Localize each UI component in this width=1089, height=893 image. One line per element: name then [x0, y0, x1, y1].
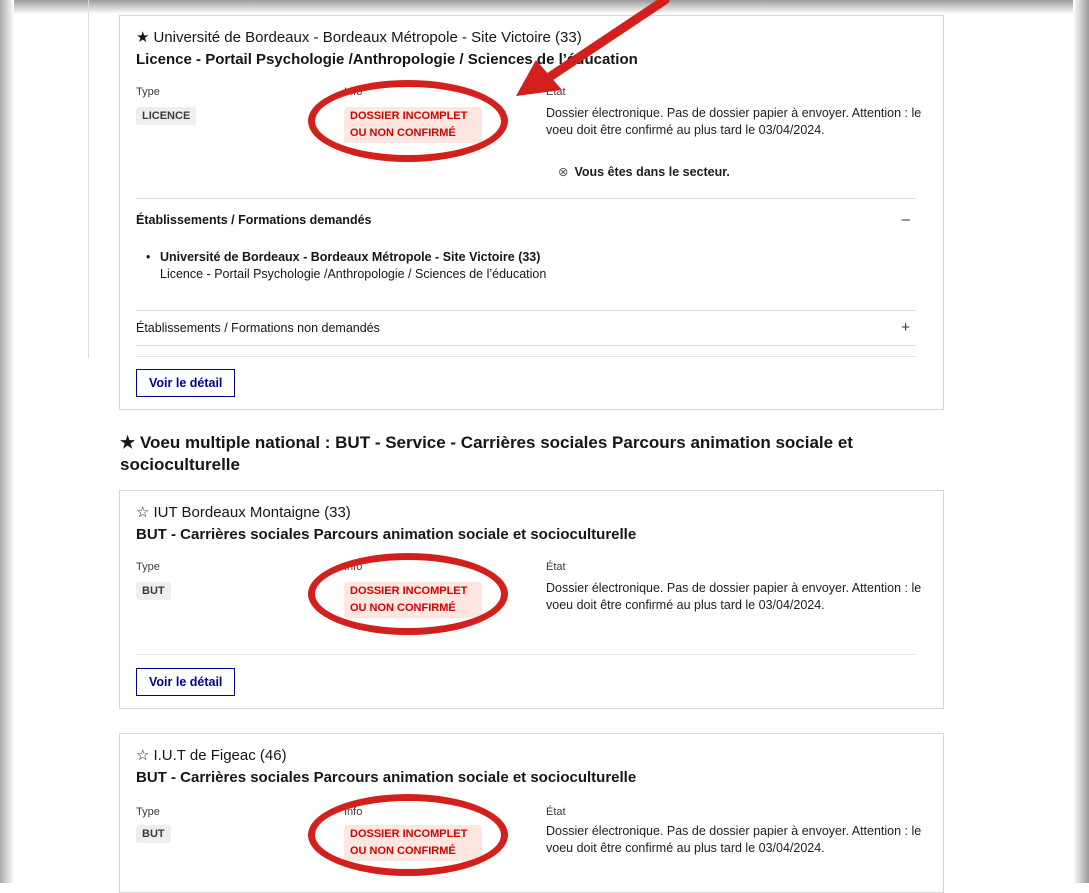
- red-arrow-icon: [516, 0, 670, 96]
